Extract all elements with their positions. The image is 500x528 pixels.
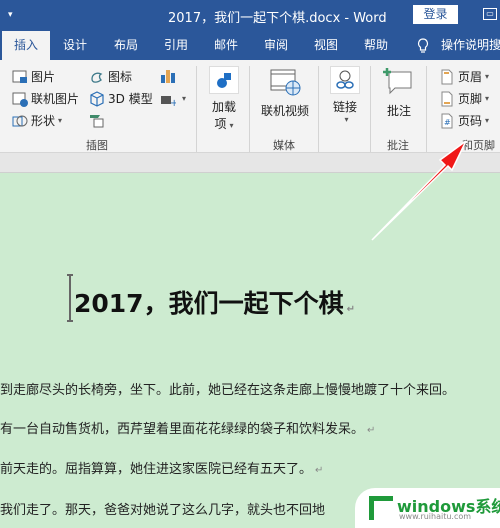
shapes-label: 形状 xyxy=(31,114,56,128)
header-icon xyxy=(439,69,455,85)
page-number-button[interactable]: # 页码 ▾ xyxy=(439,112,489,129)
3d-model-label: 3D 模型 xyxy=(108,92,153,106)
text-cursor xyxy=(67,274,73,322)
paragraph[interactable]: 前天走的。屈指算算，她住进这家医院已经有五天了。 ↵ xyxy=(0,458,323,477)
chevron-down-icon: ▾ xyxy=(344,115,349,124)
footer-label: 页脚 xyxy=(458,92,483,106)
watermark: windows系统家园 www.ruihaitu.com xyxy=(355,488,500,528)
customize-quick-access-icon[interactable]: ▾ xyxy=(8,10,13,20)
login-button[interactable]: 登录 xyxy=(413,5,458,24)
3d-model-button[interactable]: 3D 模型 xyxy=(89,90,153,107)
picture-label: 图片 xyxy=(31,70,56,84)
smartart-button[interactable] xyxy=(89,112,108,128)
lightbulb-icon xyxy=(415,31,431,60)
window-title: 2017，我们一起下个棋.docx - Word xyxy=(168,11,387,26)
online-video-label: 联机视频 xyxy=(260,104,309,118)
shapes-button[interactable]: 形状 ▾ xyxy=(12,112,62,129)
paragraph[interactable]: 有一台自动售货机，西芹望着里面花花绿绿的袋子和饮料发呆。 ↵ xyxy=(0,418,375,437)
smartart-icon xyxy=(89,112,105,128)
document-heading[interactable]: 2017，我们一起下个棋 ↵ xyxy=(74,284,355,320)
ribbon-insert: 图片 联机图片 形状 ▾ 图标 3D 模型 + ▾ 插图 加载 项 ▾ 联机视频… xyxy=(0,60,500,153)
header-footer-group-label: 和页脚 xyxy=(462,139,495,152)
addins-label-line1: 加载 xyxy=(211,100,236,114)
group-separator xyxy=(426,66,427,152)
paragraph[interactable]: 到走廊尽头的长椅旁，坐下。此前，她已经在这条走廊上慢慢地踱了十个来回。 xyxy=(0,379,455,398)
group-separator xyxy=(318,66,319,152)
chevron-down-icon: ▾ xyxy=(58,116,63,125)
ribbon-tabs: 插入 设计 布局 引用 邮件 审阅 视图 帮助 操作说明搜 xyxy=(0,31,500,60)
paragraph[interactable]: 我们走了。那天，爸爸对她说了这么几字，就头也不回地 xyxy=(0,499,325,518)
chevron-down-icon: ▾ xyxy=(229,121,234,130)
group-separator xyxy=(370,66,371,152)
group-separator xyxy=(196,66,197,152)
screenshot-button[interactable]: + ▾ xyxy=(160,90,187,109)
paragraph-mark: ↵ xyxy=(367,425,376,436)
link-button[interactable]: 链接 ▾ xyxy=(326,66,364,124)
chevron-down-icon: ▾ xyxy=(485,72,490,81)
header-button[interactable]: 页眉 ▾ xyxy=(439,68,489,85)
footer-button[interactable]: 页脚 ▾ xyxy=(439,90,489,107)
3d-model-icon xyxy=(89,90,105,107)
online-video-icon xyxy=(269,66,301,98)
tab-insert[interactable]: 插入 xyxy=(2,31,50,60)
tab-help[interactable]: 帮助 xyxy=(363,31,389,60)
watermark-url: www.ruihaitu.com xyxy=(399,512,472,521)
icons-icon xyxy=(89,69,105,85)
page-number-label: 页码 xyxy=(458,114,483,128)
link-icon xyxy=(330,66,360,94)
svg-text:+: + xyxy=(170,98,176,106)
tab-view[interactable]: 视图 xyxy=(313,31,339,60)
paragraph-mark: ↵ xyxy=(315,465,324,476)
tell-me-search[interactable]: 操作说明搜 xyxy=(441,31,500,60)
link-label: 链接 xyxy=(332,100,357,114)
picture-button[interactable]: 图片 xyxy=(12,68,55,85)
addins-label-line2: 项 xyxy=(214,117,227,131)
ruler-area xyxy=(0,153,500,173)
watermark-logo-icon xyxy=(369,496,393,520)
comment-label: 批注 xyxy=(386,104,411,118)
header-label: 页眉 xyxy=(458,70,483,84)
picture-icon xyxy=(12,69,28,85)
ribbon-display-options-icon[interactable]: ▭ xyxy=(483,8,497,20)
chart-button[interactable] xyxy=(160,68,179,84)
tab-layout[interactable]: 布局 xyxy=(113,31,139,60)
icons-button[interactable]: 图标 xyxy=(89,68,132,85)
shapes-icon xyxy=(12,113,28,129)
comments-group-label: 批注 xyxy=(387,139,409,152)
online-picture-button[interactable]: 联机图片 xyxy=(12,90,79,107)
illustrations-group-label: 插图 xyxy=(86,139,108,152)
comment-button[interactable]: 批注 xyxy=(378,66,420,119)
icons-label: 图标 xyxy=(108,70,133,84)
chart-icon xyxy=(160,68,176,84)
footer-icon xyxy=(439,91,455,107)
svg-text:#: # xyxy=(444,118,451,127)
screenshot-icon: + xyxy=(160,90,178,109)
chevron-down-icon: ▾ xyxy=(182,93,187,103)
tab-references[interactable]: 引用 xyxy=(163,31,189,60)
group-separator xyxy=(249,66,250,152)
tab-review[interactable]: 审阅 xyxy=(263,31,289,60)
title-bar: ▾ 2017，我们一起下个棋.docx - Word 登录 ▭ xyxy=(0,0,500,31)
comment-icon xyxy=(383,66,415,98)
chevron-down-icon: ▾ xyxy=(485,116,490,125)
addins-button[interactable]: 加载 项 ▾ xyxy=(205,66,243,132)
online-picture-icon xyxy=(12,91,28,107)
online-picture-label: 联机图片 xyxy=(31,92,80,106)
addins-icon xyxy=(209,66,239,94)
tab-mailings[interactable]: 邮件 xyxy=(213,31,239,60)
media-group-label: 媒体 xyxy=(273,139,295,152)
paragraph-mark: ↵ xyxy=(346,304,355,315)
online-video-button[interactable]: 联机视频 xyxy=(255,66,315,119)
chevron-down-icon: ▾ xyxy=(485,94,490,103)
page-number-icon: # xyxy=(439,113,455,129)
tab-design[interactable]: 设计 xyxy=(62,31,88,60)
